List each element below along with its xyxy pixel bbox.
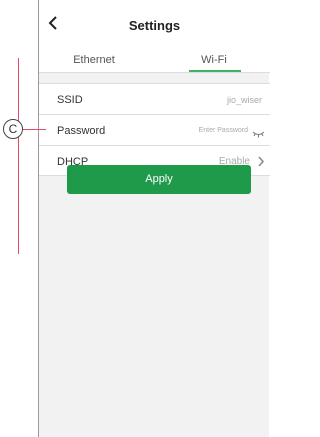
- chevron-right-icon: [256, 155, 266, 168]
- page-title: Settings: [128, 18, 181, 33]
- password-input[interactable]: Enter Password: [199, 127, 248, 134]
- wifi-settings-list: SSID jio_wiser Password Enter Password D…: [39, 83, 270, 176]
- tab-bar: Ethernet Wi-Fi: [39, 44, 270, 73]
- ssid-row[interactable]: SSID jio_wiser: [39, 83, 270, 114]
- annotation-marker: C: [3, 119, 23, 139]
- active-tab-indicator: [189, 70, 241, 72]
- ssid-value: jio_wiser: [226, 95, 262, 105]
- eye-hidden-icon[interactable]: [252, 126, 265, 138]
- ssid-label: SSID: [57, 94, 83, 106]
- tab-wifi[interactable]: Wi-Fi: [179, 54, 249, 66]
- annotation-line: [18, 58, 19, 254]
- top-bar: Settings: [39, 0, 270, 44]
- apply-button[interactable]: Apply: [67, 165, 251, 194]
- settings-screen: Settings Ethernet Wi-Fi SSID jio_wiser P…: [38, 0, 270, 437]
- password-row[interactable]: Password Enter Password: [39, 114, 270, 145]
- password-label: Password: [57, 125, 106, 137]
- tab-ethernet[interactable]: Ethernet: [59, 54, 129, 66]
